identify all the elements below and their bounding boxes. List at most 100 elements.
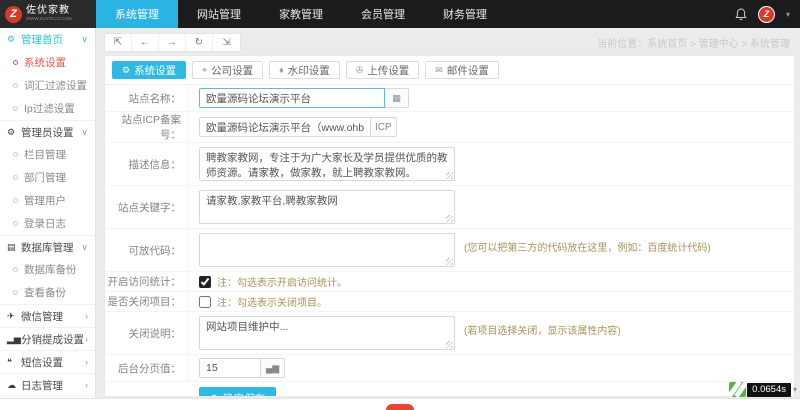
gear-icon: ⚙ (7, 34, 21, 45)
close-description-textarea[interactable]: 网站项目维护中... (199, 316, 455, 350)
user-avatar[interactable]: Z (758, 6, 775, 23)
sidebar-group-wechat[interactable]: ✈ 微信管理 › (0, 304, 95, 327)
tab-mail-settings[interactable]: ✉ 邮件设置 (425, 61, 499, 79)
database-icon: ▤ (7, 242, 21, 253)
icp-addon-label: ICP (371, 117, 397, 137)
keywords-textarea[interactable]: 请家教,家教平台,聘教家教网 (199, 190, 455, 224)
main-area: 当前位置：系统首页 > 管理中心 > 系统管理 ⇱ ← → ↻ ⇲ ⚙ 系统设置… (97, 28, 800, 410)
nav-item-finance[interactable]: 财务管理 (424, 0, 506, 28)
row-close-description: 关闭说明： 网站项目维护中... (若项目选择关闭，显示该属性内容) (105, 312, 794, 355)
bullet-icon (13, 83, 18, 88)
leaf-icon (729, 382, 746, 397)
bullet-icon (13, 267, 18, 272)
gear-icon: ⚙ (210, 393, 218, 397)
nav-item-website[interactable]: 网站管理 (178, 0, 260, 28)
chevron-down-icon: ∨ (81, 127, 88, 138)
chevron-right-icon: › (85, 357, 88, 367)
sidebar-item-system-settings[interactable]: 系统设置 (0, 51, 95, 74)
site-name-input[interactable] (199, 88, 385, 108)
sidebar-group-commission[interactable]: ▂▅ 分销提成设置 › (0, 327, 95, 350)
forward-arrow-icon[interactable]: → (159, 34, 186, 51)
chevron-down-icon: ∨ (81, 242, 88, 253)
footer-strip (0, 398, 800, 410)
sidebar-group-sms[interactable]: ❝ 短信设置 › (0, 350, 95, 373)
system-settings-form: 站点名称： ▦ 站点ICP备案号： ICP 描述信息： 聘教家教网，专注于为广大… (105, 84, 794, 397)
user-menu-caret-icon[interactable]: ▾ (786, 10, 790, 19)
close-description-note: (若项目选择关闭，显示该属性内容) (464, 322, 621, 337)
topbar: Z 佐优家教 WWW.ZUYOUJJ.COM 系统管理 网站管理 家教管理 会员… (0, 0, 800, 28)
row-visit-stats-toggle: 开启访问统计： 注：勾选表示开启访问统计。 (105, 272, 794, 292)
icp-number-input[interactable] (199, 117, 371, 137)
trace-caret-icon: ▾ (793, 385, 797, 394)
chevron-down-icon: ∨ (81, 34, 88, 45)
bullet-icon (13, 60, 18, 65)
droplet-icon: ♦ (279, 65, 284, 75)
row-icp-number: 站点ICP备案号： ICP (105, 112, 794, 143)
gear-icon: ⚙ (7, 127, 21, 138)
tab-upload-settings[interactable]: ✇ 上传设置 (346, 61, 420, 79)
row-close-project-toggle: 是否关闭项目： 注：勾选表示关闭项目。 (105, 292, 794, 312)
sidebar-item-department-manage[interactable]: 部门管理 (0, 166, 95, 189)
save-button[interactable]: ⚙ 确定保存 (199, 387, 276, 397)
row-description: 描述信息： 聘教家教网，专注于为广大家长及学员提供优质的教师资源。请家教，做家教… (105, 143, 794, 186)
brand-logo-icon: Z (5, 6, 22, 23)
chevron-right-icon: › (85, 380, 88, 390)
embed-code-note: (您可以把第三方的代码放在这里，例如：百度统计代码) (464, 239, 711, 254)
bullet-icon (13, 106, 18, 111)
grid-icon[interactable]: ▦ (385, 88, 409, 108)
sidebar-group-logs[interactable]: ☁ 日志管理 › (0, 373, 95, 396)
app-logo[interactable]: Z 佐优家教 WWW.ZUYOUJJ.COM (0, 0, 96, 28)
app-subtitle: WWW.ZUYOUJJ.COM (26, 17, 72, 22)
app-title: 佐优家教 (26, 5, 87, 16)
description-textarea[interactable]: 聘教家教网，专注于为广大家长及学员提供优质的教师资源。请家教，做家教，就上聘教家… (199, 147, 455, 181)
row-keywords: 站点关键字： 请家教,家教平台,聘教家教网 (105, 186, 794, 229)
visit-stats-note: 注：勾选表示开启访问统计。 (217, 274, 347, 289)
envelope-icon: ✉ (435, 65, 443, 76)
trace-badge[interactable]: 0.0654s ▾ (729, 382, 797, 397)
breadcrumb: 当前位置：系统首页 > 管理中心 > 系统管理 (597, 35, 790, 50)
sidebar-group-admin-settings[interactable]: ⚙ 管理员设置 ∨ (0, 120, 95, 143)
refresh-icon[interactable]: ↻ (186, 34, 213, 51)
chevron-right-icon: › (85, 311, 88, 321)
bar-chart-icon: ▂▅ (7, 334, 21, 345)
save-row: ⚙ 确定保存 (105, 382, 794, 397)
nav-item-tutoring[interactable]: 家教管理 (260, 0, 342, 28)
expand-icon[interactable]: ⇲ (213, 34, 240, 51)
close-project-note: 注：勾选表示关闭项目。 (217, 294, 327, 309)
tab-system-settings[interactable]: ⚙ 系统设置 (112, 61, 186, 79)
sidebar-item-ip-filter[interactable]: Ip过滤设置 (0, 97, 95, 120)
bullet-icon (13, 290, 18, 295)
sidebar-item-login-logs[interactable]: 登录日志 (0, 212, 95, 235)
sidebar-group-database[interactable]: ▤ 数据库管理 ∨ (0, 235, 95, 258)
back-arrow-icon[interactable]: ← (132, 34, 159, 51)
sidebar-item-db-backup[interactable]: 数据库备份 (0, 258, 95, 281)
paperclip-icon: ✇ (356, 65, 364, 76)
nav-item-system[interactable]: 系统管理 (96, 0, 178, 28)
avatar-logo-icon: Z (759, 7, 774, 22)
sidebar-item-view-backup[interactable]: 查看备份 (0, 281, 95, 304)
wechat-icon: ✈ (7, 311, 21, 322)
tab-company-settings[interactable]: ⌖ 公司设置 (192, 61, 263, 79)
settings-panel: ⚙ 系统设置 ⌖ 公司设置 ♦ 水印设置 ✇ 上传设置 ✉ 邮件设置 站点名 (104, 55, 795, 397)
top-nav: 系统管理 网站管理 家教管理 会员管理 财务管理 (96, 0, 506, 28)
sidebar-item-word-filter[interactable]: 词汇过滤设置 (0, 74, 95, 97)
visit-stats-checkbox[interactable] (199, 276, 211, 288)
trace-time: 0.0654s (747, 383, 791, 397)
nav-item-members[interactable]: 会员管理 (342, 0, 424, 28)
bullet-icon (13, 221, 18, 226)
resize-diagonal-icon[interactable]: ⇱ (105, 34, 132, 51)
location-pin-icon: ⌖ (202, 65, 207, 76)
settings-tabs: ⚙ 系统设置 ⌖ 公司设置 ♦ 水印设置 ✇ 上传设置 ✉ 邮件设置 (105, 56, 794, 84)
sidebar-item-admin-users[interactable]: 管理用户 (0, 189, 95, 212)
sidebar-item-column-manage[interactable]: 栏目管理 (0, 143, 95, 166)
sidebar-group-admin-home[interactable]: ⚙ 管理首页 ∨ (0, 28, 95, 51)
page-size-input[interactable] (199, 358, 261, 378)
tab-toolbar: ⇱ ← → ↻ ⇲ (104, 33, 241, 52)
tab-watermark-settings[interactable]: ♦ 水印设置 (269, 61, 340, 79)
bullet-icon (13, 152, 18, 157)
close-project-checkbox[interactable] (199, 296, 211, 308)
row-page-size: 后台分页值： ▄▆ (105, 355, 794, 382)
notification-bell-icon[interactable] (735, 8, 747, 21)
bars-icon[interactable]: ▄▆ (261, 358, 285, 378)
embed-code-textarea[interactable] (199, 233, 455, 267)
